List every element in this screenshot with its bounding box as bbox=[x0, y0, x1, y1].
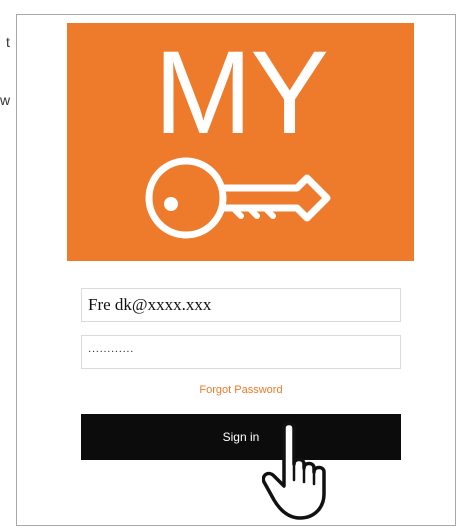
sign-in-label: Sign in bbox=[222, 430, 260, 444]
password-field[interactable]: ············ bbox=[81, 335, 401, 369]
background-text-fragment: t bbox=[6, 34, 10, 50]
hand-pointer-icon bbox=[262, 421, 326, 520]
logo-text: MY bbox=[154, 27, 329, 159]
forgot-password-link[interactable]: Forgot Password bbox=[81, 384, 401, 396]
email-value: Fre dk@xxxx.xxx bbox=[88, 295, 212, 314]
key-icon bbox=[145, 157, 331, 239]
background-text-fragment: w bbox=[0, 92, 11, 108]
password-value: ············ bbox=[88, 346, 134, 358]
app-logo: MY bbox=[67, 23, 414, 261]
email-field[interactable]: Fre dk@xxxx.xxx bbox=[81, 288, 401, 322]
sign-in-button[interactable]: Sign in bbox=[81, 414, 401, 460]
